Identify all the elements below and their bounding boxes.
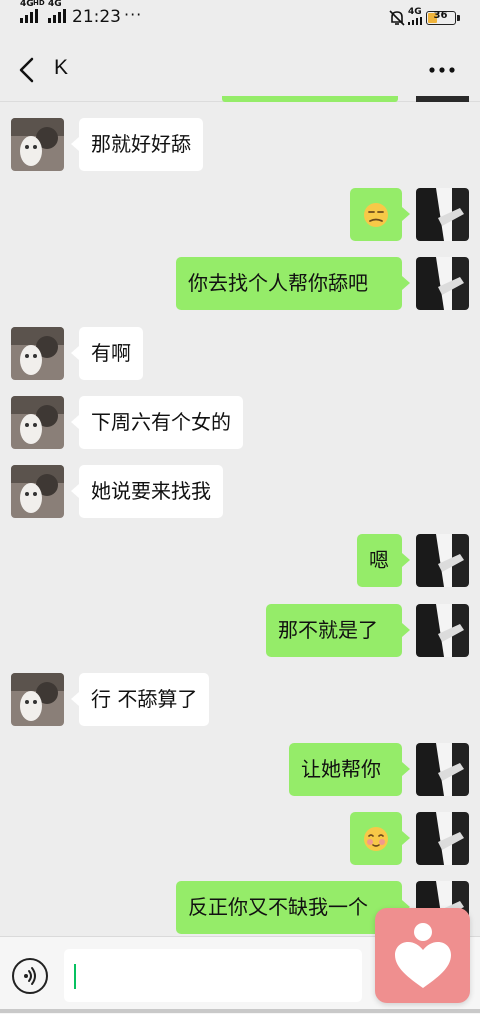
contact-avatar[interactable] — [11, 327, 64, 380]
chat-header: K — [0, 38, 480, 102]
voice-input-button[interactable] — [12, 958, 48, 994]
my-avatar-image — [416, 743, 469, 796]
voice-input-icon — [24, 967, 36, 985]
outgoing-message-bubble[interactable]: 反正你又不缺我一个 — [176, 881, 410, 934]
message-row — [0, 812, 480, 865]
message-row: 你去找个人帮你舔吧 — [0, 257, 480, 310]
outgoing-message-bubble[interactable]: 那不就是了 — [266, 604, 410, 657]
network-type-label: 4G — [408, 7, 422, 17]
incoming-message-bubble[interactable]: 行 不舔算了 — [70, 673, 210, 726]
outgoing-message-bubble[interactable] — [350, 188, 410, 241]
contact-avatar-image — [11, 465, 64, 518]
incoming-message-bubble[interactable]: 有啊 — [71, 327, 143, 380]
back-button[interactable] — [14, 54, 44, 86]
message-row: 嗯 — [0, 534, 480, 587]
my-avatar[interactable] — [416, 534, 469, 587]
incoming-message-bubble[interactable]: 那就好好舔 — [71, 118, 203, 171]
my-avatar-image — [416, 534, 469, 587]
my-avatar[interactable] — [416, 188, 469, 241]
contact-avatar-image — [11, 118, 64, 171]
contact-avatar-image — [11, 327, 64, 380]
message-row — [0, 188, 480, 241]
chevron-left-icon — [19, 57, 34, 83]
message-row: 那就好好舔 — [0, 118, 480, 171]
contact-avatar[interactable] — [11, 465, 64, 518]
message-row: 让她帮你 — [0, 743, 480, 796]
floating-app-button[interactable] — [375, 908, 470, 1003]
outgoing-message-bubble[interactable]: 让她帮你 — [289, 743, 410, 796]
battery-icon: 36 — [426, 10, 456, 25]
my-avatar-image — [416, 188, 469, 241]
my-avatar[interactable] — [416, 812, 469, 865]
system-nav-strip — [0, 1009, 480, 1013]
incoming-message-bubble[interactable]: 下周六有个女的 — [71, 396, 243, 449]
contact-avatar-image — [11, 673, 64, 726]
incoming-message-bubble[interactable]: 她说要来找我 — [71, 465, 223, 518]
my-avatar-image — [416, 257, 469, 310]
message-input[interactable] — [64, 949, 362, 1002]
blushing-face-emoji — [364, 827, 388, 851]
status-bar: 4G HD 4G 21:23 ··· 4G 36 — [0, 0, 480, 38]
contact-avatar[interactable] — [11, 673, 64, 726]
status-more-icon: ··· — [124, 5, 143, 24]
heart-app-icon — [395, 923, 451, 988]
outgoing-message-bubble[interactable]: 你去找个人帮你舔吧 — [176, 257, 410, 310]
my-avatar[interactable] — [416, 604, 469, 657]
message-row: 她说要来找我 — [0, 465, 480, 518]
more-horizontal-icon — [429, 67, 455, 73]
outgoing-message-bubble[interactable] — [350, 812, 410, 865]
message-row: 那不就是了 — [0, 604, 480, 657]
chat-menu-button[interactable] — [424, 56, 460, 84]
text-cursor — [74, 964, 76, 989]
contact-avatar[interactable] — [11, 396, 64, 449]
my-avatar[interactable] — [416, 257, 469, 310]
signal-strength-icon — [408, 17, 422, 25]
signal-strength-icon — [48, 9, 66, 23]
message-row: 有啊 — [0, 327, 480, 380]
outgoing-message-bubble[interactable]: 嗯 — [357, 534, 410, 587]
unamused-face-emoji — [364, 203, 388, 227]
chat-title: K — [54, 56, 69, 79]
status-time: 21:23 — [72, 7, 121, 27]
signal-strength-icon — [20, 9, 38, 23]
network-type-label: 4G — [48, 0, 62, 9]
mute-bell-icon — [389, 10, 405, 26]
my-avatar-image — [416, 604, 469, 657]
message-list[interactable]: 那就好好舔 你去找个人帮你舔吧 有啊 下周六有个女的 她说要来找我 嗯 那不就是… — [0, 102, 480, 936]
battery-tip — [457, 15, 460, 21]
contact-avatar-image — [11, 396, 64, 449]
hd-label: HD — [33, 0, 45, 7]
contact-avatar[interactable] — [11, 118, 64, 171]
battery-level-text: 36 — [433, 10, 448, 21]
message-row: 行 不舔算了 — [0, 673, 480, 726]
message-row: 下周六有个女的 — [0, 396, 480, 449]
my-avatar[interactable] — [416, 743, 469, 796]
network-type-label: 4G — [20, 0, 34, 9]
my-avatar-image — [416, 812, 469, 865]
